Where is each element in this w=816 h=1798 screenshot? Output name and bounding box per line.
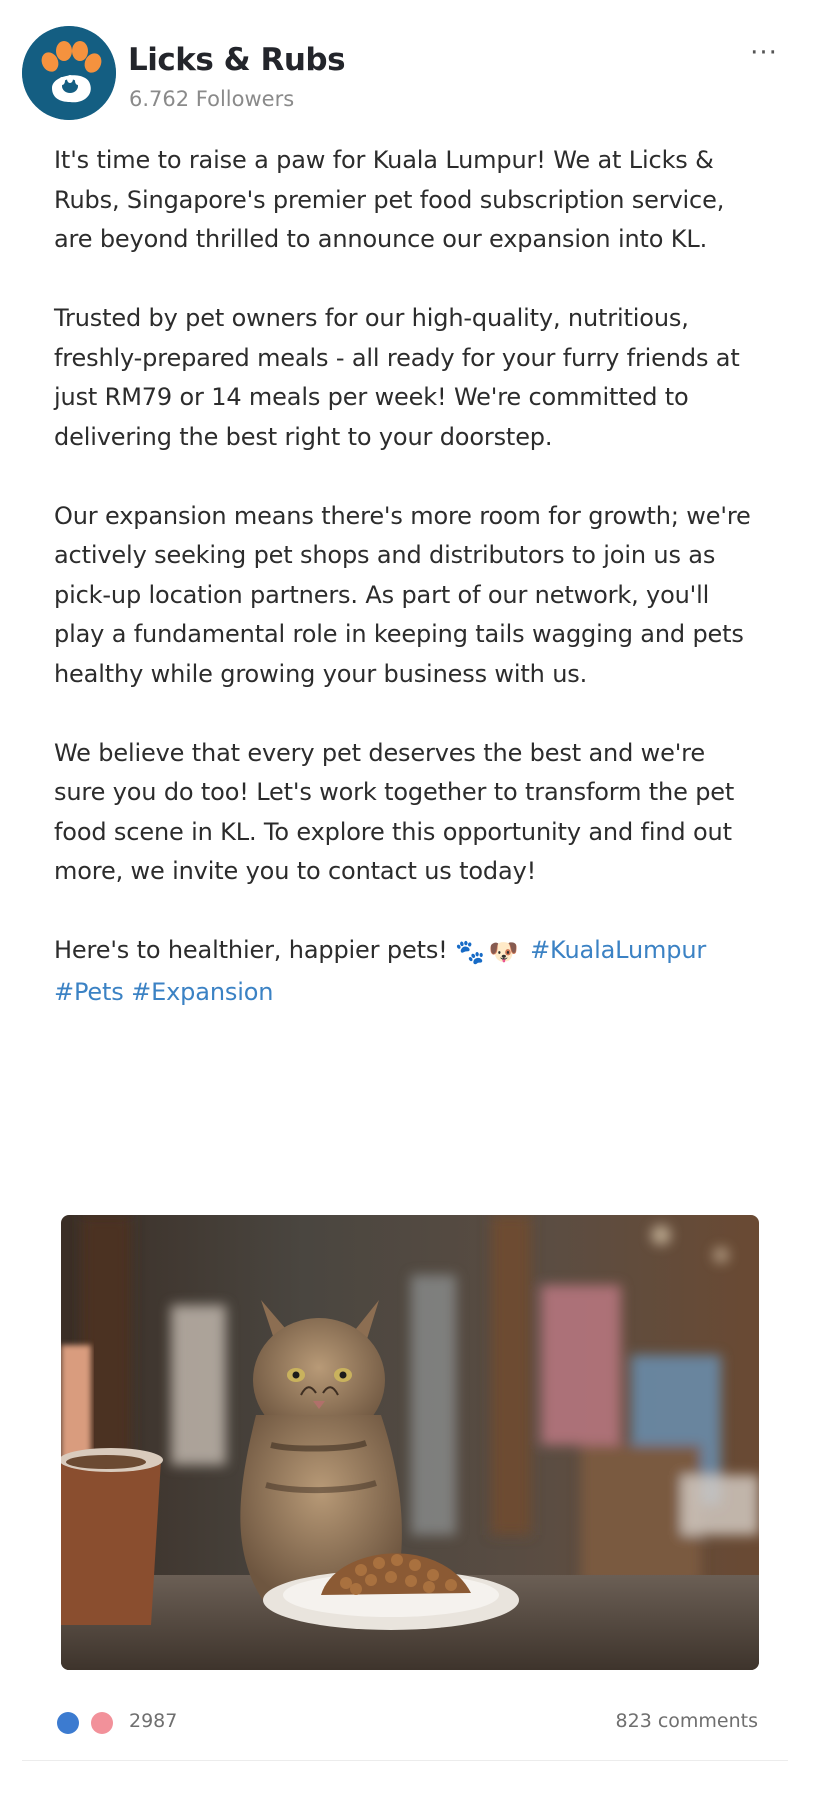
follower-count: 6.762 Followers — [129, 87, 295, 111]
post-text: It's time to raise a paw for Kuala Lumpu… — [54, 141, 754, 1052]
paw-prints-icon: 🐾 — [455, 938, 485, 966]
more-options-icon[interactable]: ··· — [746, 40, 782, 66]
reaction-count[interactable]: 2987 — [129, 1710, 177, 1732]
love-reaction-icon[interactable] — [91, 1712, 113, 1734]
post-header: Licks & Rubs 6.762 Followers ··· — [22, 26, 796, 122]
post-paragraph: Our expansion means there's more room fo… — [54, 501, 751, 688]
avatar[interactable] — [22, 26, 116, 120]
hashtag-expansion[interactable]: #Expansion — [131, 978, 273, 1006]
hashtag-kualalumpur[interactable]: #KualaLumpur — [530, 936, 706, 964]
post-card: Licks & Rubs 6.762 Followers ··· It's ti… — [0, 0, 816, 1798]
closing-text: Here's to healthier, happier pets! — [54, 936, 448, 964]
post-paragraph: It's time to raise a paw for Kuala Lumpu… — [54, 146, 725, 253]
cat-photo — [61, 1215, 759, 1670]
like-reaction-icon[interactable] — [57, 1712, 79, 1734]
post-image[interactable] — [61, 1215, 759, 1670]
author-name[interactable]: Licks & Rubs — [128, 42, 346, 78]
post-paragraph: Trusted by pet owners for our high-quali… — [54, 304, 740, 451]
paw-logo-icon — [22, 26, 116, 120]
post-footer: 2987 823 comments — [54, 1705, 758, 1739]
divider — [22, 1760, 788, 1761]
hashtag-pets[interactable]: #Pets — [54, 978, 124, 1006]
dog-face-icon: 🐶 — [488, 938, 519, 966]
post-closing-line: Here's to healthier, happier pets! 🐾 🐶 #K… — [54, 931, 754, 1012]
comments-count[interactable]: 823 comments — [616, 1710, 758, 1732]
post-paragraph: We believe that every pet deserves the b… — [54, 738, 735, 886]
